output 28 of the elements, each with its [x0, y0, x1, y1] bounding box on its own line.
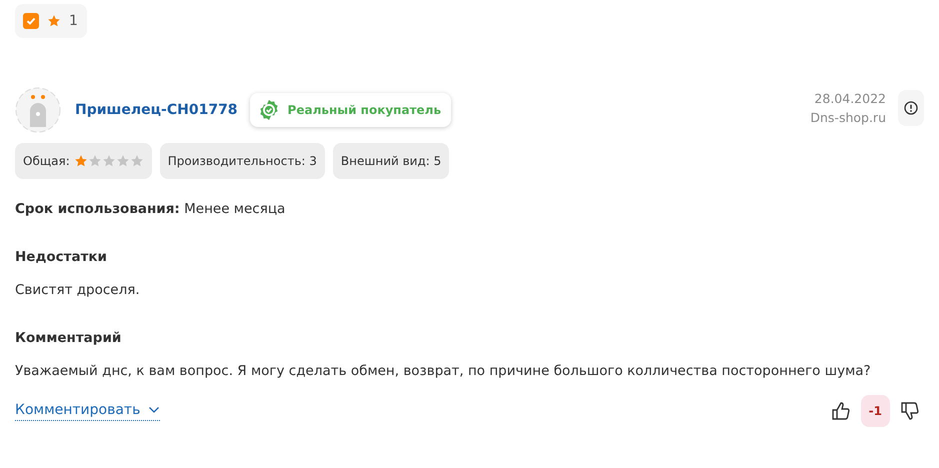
star-icon [102, 154, 116, 168]
usage-period: Срок использования: Менее месяца [15, 201, 286, 217]
rating-label: Внешний вид: 5 [340, 154, 442, 168]
rating-label: Общая: [23, 154, 70, 168]
section-title: Недостатки [15, 249, 108, 265]
review-date: 28.04.2022 [814, 91, 886, 106]
verified-buyer-badge: Реальный покупатель [250, 93, 452, 127]
star-icon [116, 154, 130, 168]
star-icon [74, 154, 88, 168]
checkbox[interactable] [23, 13, 39, 29]
rating-filter-chip[interactable]: 1 [15, 4, 87, 38]
star-icon [47, 14, 61, 28]
section-text: Уважаемый днс, к вам вопрос. Я могу сделать обмен, возврат, по причине большого колличества постороннего шума? [15, 363, 872, 379]
review-source: Dns-shop.ru [810, 110, 886, 125]
vote-score: -1 [860, 395, 890, 427]
rating-label: Производительность: 3 [168, 154, 317, 168]
section-title: Комментарий [15, 330, 122, 346]
star-icon [88, 154, 102, 168]
warning-icon [904, 101, 918, 115]
comment-link[interactable]: Комментировать [15, 402, 160, 420]
checkmark-icon [25, 15, 37, 27]
author-name[interactable]: Пришелец-CH01778 [75, 102, 238, 118]
avatar-icon [15, 87, 61, 133]
report-button[interactable] [898, 90, 924, 126]
section-text: Свистят дроселя. [15, 282, 141, 298]
chip-label: 1 [69, 13, 78, 29]
star-icon [130, 154, 144, 168]
chevron-down-icon [148, 406, 160, 414]
